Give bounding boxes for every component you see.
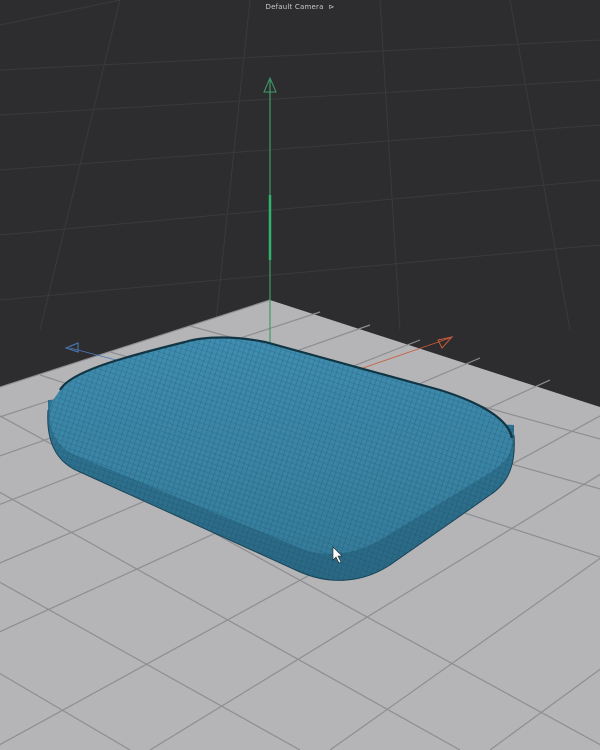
3d-viewport[interactable]: Default Camera ⊳ bbox=[0, 0, 600, 750]
scene-canvas[interactable] bbox=[0, 0, 600, 750]
background-grid bbox=[0, 0, 600, 331]
